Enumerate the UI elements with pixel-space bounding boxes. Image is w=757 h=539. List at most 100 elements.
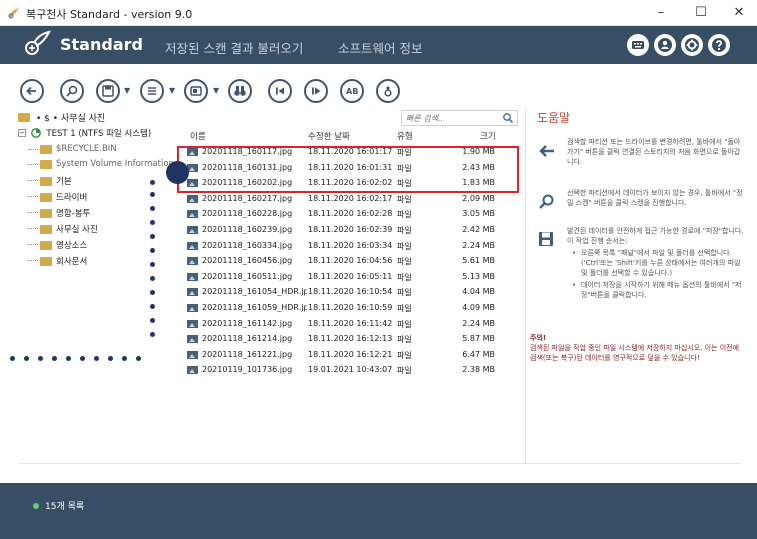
folder-icon	[40, 159, 52, 169]
tree-item-company-docs[interactable]: 회사문서	[28, 255, 87, 270]
panel-divider	[525, 108, 526, 464]
collapse-icon[interactable]: −	[18, 129, 26, 137]
binoculars-icon	[234, 86, 246, 96]
arrow-left-icon	[26, 86, 36, 96]
callout-dot	[94, 356, 99, 361]
column-header-type[interactable]: 유형	[397, 130, 413, 142]
scan-button[interactable]	[60, 79, 84, 103]
file-row[interactable]: 20201118_160456.jpg 18.11.2020 16:04:56 파일…	[187, 254, 507, 269]
callout-dot	[150, 290, 155, 295]
file-name: 20201118_161221.jpg	[202, 349, 293, 359]
list-dropdown-icon[interactable]: ▼	[169, 86, 175, 95]
find-button[interactable]	[228, 79, 252, 103]
view-mode-button[interactable]	[184, 79, 208, 103]
callout-dot	[108, 356, 113, 361]
previous-button[interactable]	[268, 79, 292, 103]
column-header-size[interactable]: 크기	[480, 130, 496, 142]
text-search-button[interactable]: AB	[340, 79, 364, 103]
ab-icon: AB	[346, 87, 358, 96]
next-button[interactable]	[304, 79, 328, 103]
view-dropdown-icon[interactable]: ▼	[213, 86, 219, 95]
back-button[interactable]	[20, 79, 44, 103]
file-size: 2.38 MB	[462, 365, 495, 375]
image-file-icon	[187, 319, 198, 328]
file-date: 18.11.2020 16:05:11	[308, 271, 393, 281]
file-name: 20201118_160228.jpg	[202, 209, 293, 219]
column-header-name[interactable]: 이름	[190, 130, 206, 142]
nav-load-scan[interactable]: 저장된 스캔 결과 불러오기	[165, 38, 303, 57]
file-type: 파일	[397, 304, 412, 313]
bottom-divider	[18, 463, 740, 464]
file-name: 20201118_161054_HDR.jp..	[202, 287, 307, 297]
file-size: 2.09 MB	[462, 193, 495, 203]
file-row[interactable]: 20210119_101736.jpg 19.01.2021 10:43:07 파일…	[187, 363, 507, 378]
callout-dot	[150, 192, 155, 197]
file-size: 2.42 MB	[462, 225, 495, 234]
tree-item-recycle-bin[interactable]: $RECYCLE.BIN	[28, 144, 117, 159]
file-type: 파일	[397, 319, 412, 329]
warning-text: 검색된 파일을 작업 중인 파일 시스템에 저장하지 마십시오. 이는 이전에 …	[530, 344, 740, 362]
file-row[interactable]: 20201118_161214.jpg 18.11.2020 16:12:13 파일…	[187, 332, 507, 347]
save-button[interactable]	[96, 79, 120, 103]
file-row[interactable]: 20201118_160334.jpg 18.11.2020 16:03:34 파일…	[187, 239, 507, 254]
file-row[interactable]: 20201118_160239.jpg 18.11.2020 16:02:39 파일…	[187, 223, 507, 238]
quick-search-input[interactable]	[406, 112, 496, 124]
callout-dot	[136, 356, 141, 361]
help-button[interactable]	[708, 34, 730, 56]
file-row[interactable]: 20201118_161142.jpg 18.11.2020 16:11:42 파일…	[187, 317, 507, 332]
floppy-icon	[102, 85, 114, 97]
callout-dot	[150, 262, 155, 267]
file-row[interactable]: 20201118_160511.jpg 18.11.2020 16:05:11 파일…	[187, 270, 507, 285]
maximize-button[interactable]: ☐	[684, 2, 718, 24]
status-bar: 15개 목록	[0, 483, 757, 539]
file-row[interactable]: 20201118_161059_HDR.jp.. 18.11.2020 16:10…	[187, 301, 507, 316]
tree-item-drivers[interactable]: 드라이버	[28, 191, 87, 206]
tree-item-label: 사무실 사진	[56, 225, 98, 235]
file-row[interactable]: 20201118_161221.jpg 18.11.2020 16:12:21 파일…	[187, 348, 507, 363]
tree-item-system-volume[interactable]: System Volume Information	[28, 159, 174, 174]
tree-item-basic[interactable]: 기본	[28, 175, 72, 190]
file-size: 6.47 MB	[462, 349, 495, 359]
file-type: 파일	[397, 241, 412, 251]
search-icon[interactable]	[502, 112, 514, 124]
file-type: 파일	[397, 194, 412, 204]
list-view-button[interactable]	[140, 79, 164, 103]
tree-item-office-photos[interactable]: 사무실 사진	[28, 223, 98, 238]
tree-root-partition[interactable]: − TEST 1 (NTFS 파일 시스템)	[18, 127, 151, 141]
help-save-section: 발견된 데이터를 안전하게 접근 가능한 경로에 "저장"합니다. 이 작업 진…	[567, 226, 745, 300]
file-date: 18.11.2020 16:10:54	[308, 287, 393, 297]
file-size: 4.09 MB	[462, 303, 495, 312]
path-bar: • $ • 사무실 사진	[18, 110, 518, 126]
tree-item-video-sources[interactable]: 영상소스	[28, 239, 87, 254]
column-header-date[interactable]: 수정한 날짜	[308, 130, 350, 142]
image-file-icon	[187, 304, 198, 312]
breadcrumb[interactable]: • $ • 사무실 사진	[36, 111, 105, 124]
account-button[interactable]	[654, 34, 676, 56]
file-type: 파일	[397, 226, 412, 235]
file-row[interactable]: 20201118_161054_HDR.jp.. 18.11.2020 16:10…	[187, 285, 507, 300]
callout-dot	[24, 356, 29, 361]
tree-item-business-cards[interactable]: 명함-봉투	[28, 207, 90, 222]
properties-button[interactable]	[376, 79, 400, 103]
help-save-bullet: 오른쪽 목록 "패널"에서 파일 및 폴더를 선택합니다. ('Ctrl'또는 …	[567, 248, 745, 278]
close-button[interactable]: ✕	[722, 2, 756, 24]
nav-software-info[interactable]: 소프트웨어 정보	[338, 38, 422, 57]
image-file-icon	[187, 210, 198, 219]
folder-icon	[40, 208, 52, 218]
settings-button[interactable]	[681, 34, 703, 56]
search-icon	[66, 85, 78, 97]
save-dropdown-icon[interactable]: ▼	[124, 86, 130, 95]
tree-item-label: 명함-봉투	[56, 209, 91, 219]
back-arrow-icon	[539, 145, 554, 157]
minimize-button[interactable]: –	[644, 2, 678, 24]
keyboard-button[interactable]	[627, 34, 649, 56]
file-row[interactable]: 20201118_160228.jpg 18.11.2020 16:02:28 파일…	[187, 207, 507, 222]
file-row[interactable]: 20201118_160217.jpg 18.11.2020 16:02:17 파일…	[187, 192, 507, 207]
item-count: 15개 목록	[45, 502, 85, 512]
image-file-icon	[187, 272, 198, 281]
callout-dot	[150, 220, 155, 225]
scan-search-icon	[539, 194, 554, 209]
quick-search-box[interactable]	[401, 110, 518, 126]
file-type: 파일	[397, 210, 412, 220]
window-title: 복구천사 Standard - version 9.0	[26, 8, 193, 21]
